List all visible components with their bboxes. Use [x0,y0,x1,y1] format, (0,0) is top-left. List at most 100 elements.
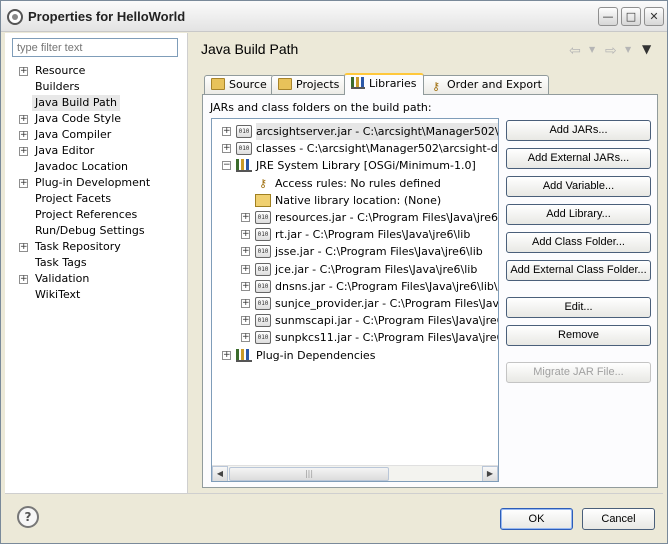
sidebar-item-run-debug-settings[interactable]: Run/Debug Settings [5,223,188,239]
jar-icon: 010 [255,228,271,242]
tree-row[interactable]: +010 sunpkcs11.jar - C:\Program Files\Jav… [212,329,498,346]
tree-row-label: dnsns.jar - C:\Program Files\Java\jre6\l… [275,279,499,293]
access-rules-icon: ⚷ [258,176,268,190]
jar-icon: 010 [255,262,271,276]
expand-icon[interactable]: + [19,275,28,284]
tree-row[interactable]: +010 classes - C:\arcsight\Manager502\arc… [212,140,498,157]
expand-icon[interactable]: + [241,247,250,257]
tree-row[interactable]: +010 arcsightserver.jar - C:\arcsight\Man… [212,123,498,140]
collapse-icon[interactable]: − [222,161,231,171]
tree-row[interactable]: +010 sunjce_provider.jar - C:\Program Fil… [212,295,498,312]
tree-row[interactable]: +010 rt.jar - C:\Program Files\Java\jre6\… [212,226,498,243]
sidebar-item-label: Resource [35,64,86,77]
properties-page: Java Build Path ⇦ ▼ ⇨ ▼ ▼ Source Project… [189,33,663,493]
view-menu-icon[interactable]: ▼ [642,42,651,56]
forward-dropdown-icon[interactable]: ▼ [625,45,631,54]
source-folder-icon [211,78,225,90]
sidebar-item-plug-in-development[interactable]: + Plug-in Development [5,175,188,191]
jar-icon: 010 [236,125,252,138]
tab-order-and-export[interactable]: ⚷ Order and Export [422,75,549,94]
order-export-icon: ⚷ [431,80,441,93]
jar-icon: 010 [255,297,271,310]
close-button[interactable]: ✕ [644,7,664,26]
sidebar-item-javadoc-location[interactable]: Javadoc Location [5,159,188,175]
ok-button[interactable]: OK [500,508,573,530]
expand-icon[interactable]: + [222,144,231,154]
build-path-tree[interactable]: +010 arcsightserver.jar - C:\arcsight\Man… [211,118,499,482]
expand-icon[interactable]: + [19,147,28,156]
tab-projects[interactable]: Projects [271,75,347,94]
expand-icon[interactable]: + [241,316,250,326]
scroll-thumb[interactable]: ||| [229,467,389,481]
expand-icon[interactable]: + [19,179,28,188]
expand-icon[interactable]: + [222,127,231,136]
expand-icon[interactable]: + [19,115,28,124]
expand-icon[interactable]: + [19,243,28,252]
sidebar-item-wikitext[interactable]: WikiText [5,287,188,303]
tree-row[interactable]: + Plug-in Dependencies [212,347,498,364]
sidebar-item-java-build-path[interactable]: Java Build Path [5,95,188,111]
help-icon[interactable]: ? [17,506,39,528]
sidebar-item-resource[interactable]: + Resource [5,63,188,79]
sidebar-item-task-repository[interactable]: + Task Repository [5,239,188,255]
scroll-left-icon[interactable]: ◀ [212,466,228,481]
tree-row[interactable]: +010 jsse.jar - C:\Program Files\Java\jre… [212,243,498,260]
sidebar-item-project-facets[interactable]: Project Facets [5,191,188,207]
add-library-button[interactable]: Add Library... [506,204,651,225]
tree-row[interactable]: ⚷ Access rules: No rules defined [212,175,498,192]
tree-row[interactable]: +010 jce.jar - C:\Program Files\Java\jre6… [212,261,498,278]
sidebar-item-validation[interactable]: + Validation [5,271,188,287]
tree-row[interactable]: − JRE System Library [OSGi/Minimum-1.0] [212,157,498,174]
add-external-class-folder-button[interactable]: Add External Class Folder... [506,260,651,281]
scroll-right-icon[interactable]: ▶ [482,466,498,481]
filter-input[interactable] [12,38,178,57]
sidebar-item-java-compiler[interactable]: + Java Compiler [5,127,188,143]
add-jars-button[interactable]: Add JARs... [506,120,651,141]
add-class-folder-button[interactable]: Add Class Folder... [506,232,651,253]
cancel-button[interactable]: Cancel [582,508,655,530]
tree-row[interactable]: +010 dnsns.jar - C:\Program Files\Java\jr… [212,278,499,295]
edit-button[interactable]: Edit... [506,297,651,318]
back-dropdown-icon[interactable]: ▼ [589,45,595,54]
expand-icon[interactable]: + [241,213,250,222]
tree-row[interactable]: Native library location: (None) [212,192,498,209]
expand-icon[interactable]: + [19,67,28,76]
tree-row-label: rt.jar - C:\Program Files\Java\jre6\lib [275,228,471,242]
expand-icon[interactable]: + [241,333,250,343]
expand-icon[interactable]: + [222,350,231,360]
footer-divider [5,493,663,494]
libraries-tab-content: JARs and class folders on the build path… [202,94,658,488]
sidebar-item-java-editor[interactable]: + Java Editor [5,143,188,159]
tab-source[interactable]: Source [204,75,274,94]
add-variable-button[interactable]: Add Variable... [506,176,651,197]
minimize-button[interactable]: — [598,7,618,26]
maximize-button[interactable]: □ [621,7,641,26]
tree-row-label: arcsightserver.jar - C:\arcsight\Manager… [256,123,498,140]
sidebar-item-java-code-style[interactable]: + Java Code Style [5,111,188,127]
sidebar-item-label: Java Code Style [35,112,122,125]
expand-icon[interactable]: + [241,299,250,308]
expand-icon[interactable]: + [19,131,28,140]
tree-row[interactable]: +010 resources.jar - C:\Program Files\Jav… [212,209,498,226]
add-external-jars-button[interactable]: Add External JARs... [506,148,651,169]
library-icon [236,348,252,362]
sidebar-item-label: Validation [35,272,90,285]
forward-arrow-icon[interactable]: ⇨ [605,43,617,59]
sidebar-item-task-tags[interactable]: Task Tags [5,255,188,271]
expand-icon[interactable]: + [241,230,250,240]
expand-icon[interactable]: + [241,281,250,291]
remove-button[interactable]: Remove [506,325,651,346]
tree-row-label: jce.jar - C:\Program Files\Java\jre6\lib [275,262,478,276]
eclipse-icon [7,9,23,25]
tab-label: Libraries [369,77,417,90]
horizontal-scrollbar[interactable]: ◀ ||| ▶ [212,465,498,481]
sidebar-item-project-references[interactable]: Project References [5,207,188,223]
list-caption: JARs and class folders on the build path… [210,101,432,114]
expand-icon[interactable]: + [241,264,250,274]
tree-row[interactable]: +010 sunmscapi.jar - C:\Program Files\Jav… [212,312,498,329]
tab-libraries[interactable]: Libraries [344,73,424,95]
sidebar-item-label: Builders [35,80,80,93]
sidebar-item-builders[interactable]: Builders [5,79,188,95]
jar-icon: 010 [255,314,271,328]
back-arrow-icon[interactable]: ⇦ [569,43,581,59]
